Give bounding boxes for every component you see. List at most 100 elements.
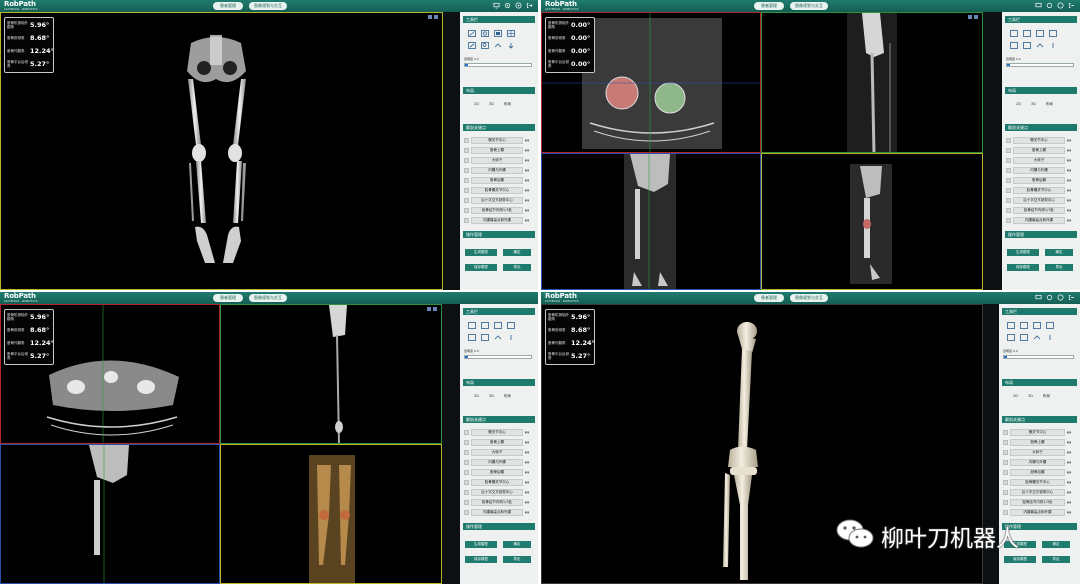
landmark-item[interactable]: 内髁与外髁 ▮▮▮: [1006, 166, 1075, 174]
landmark-checkbox[interactable]: [1006, 147, 1011, 153]
crop-tool-icon[interactable]: [1033, 322, 1041, 329]
pan-tool-icon[interactable]: [468, 42, 476, 49]
landmark-item[interactable]: 后十字交叉韧带中心 ▮▮▮: [464, 196, 533, 204]
patient-management-button[interactable]: 患者管理: [754, 2, 784, 10]
angle-tool-icon[interactable]: [1023, 30, 1031, 37]
landmark-checkbox[interactable]: [1003, 449, 1008, 455]
landmark-item[interactable]: 股骨上髁 ▮▮▮: [464, 438, 533, 446]
landmark-checkbox[interactable]: [464, 509, 469, 515]
save-model-button[interactable]: 保存模型: [1007, 264, 1039, 271]
landmark-item[interactable]: 股骨后髁 ▮▮▮: [1003, 468, 1075, 476]
zoom-tool-icon[interactable]: [481, 334, 489, 341]
confirm-button[interactable]: 确定: [503, 541, 531, 548]
export-button[interactable]: 导出: [503, 556, 531, 563]
coronal-viewport[interactable]: [0, 444, 220, 584]
settings-icon[interactable]: [1046, 294, 1053, 301]
export-button[interactable]: 导出: [503, 264, 531, 271]
monitor-icon[interactable]: [1035, 294, 1042, 301]
landmark-item[interactable]: 股骨后髁 ▮▮▮: [464, 176, 533, 184]
landmark-checkbox[interactable]: [464, 167, 469, 173]
landmark-item[interactable]: 股骨上髁 ▮▮▮: [464, 146, 533, 154]
landmark-item[interactable]: 髋关节中心 ▮▮▮: [464, 428, 533, 436]
angle-tool-icon[interactable]: [481, 30, 489, 37]
save-model-button[interactable]: 保存模型: [1004, 556, 1036, 563]
landmark-item[interactable]: 胫骨髁关节中心 ▮▮▮: [1006, 186, 1075, 194]
landmark-item[interactable]: 内踝最高点和外踝 ▮▮▮: [1006, 216, 1075, 224]
export-button[interactable]: 导出: [1042, 556, 1070, 563]
help-icon[interactable]: [1057, 2, 1064, 9]
landmark-checkbox[interactable]: [1003, 439, 1008, 445]
landmark-checkbox[interactable]: [1006, 187, 1011, 193]
save-model-button[interactable]: 保存模型: [465, 264, 497, 271]
measure-tool-icon[interactable]: [468, 322, 476, 329]
landmark-checkbox[interactable]: [464, 187, 469, 193]
landmark-checkbox[interactable]: [464, 469, 469, 475]
confirm-button[interactable]: 确定: [1045, 249, 1073, 256]
landmark-item[interactable]: 胫骨髁关节中心 ▮▮▮: [464, 186, 533, 194]
landmark-checkbox[interactable]: [1006, 167, 1011, 173]
settings-icon[interactable]: [504, 2, 511, 9]
landmark-checkbox[interactable]: [464, 479, 469, 485]
xray-viewport[interactable]: 股骨机械轴外翻角 5.96° 股骨前倾角 8.68° 股骨外翻角 12.24° 股骨平…: [0, 12, 443, 290]
layout-option-3d[interactable]: 3D: [489, 102, 494, 107]
view-toggle-icon[interactable]: [428, 15, 432, 19]
landmark-checkbox[interactable]: [464, 449, 469, 455]
landmark-checkbox[interactable]: [1003, 479, 1008, 485]
logout-icon[interactable]: [526, 2, 533, 9]
zoom-tool-icon[interactable]: [1020, 334, 1028, 341]
landmark-checkbox[interactable]: [464, 137, 469, 143]
landmark-item[interactable]: 胫骨髁关节中心 ▮▮▮: [464, 478, 533, 486]
landmark-checkbox[interactable]: [464, 177, 469, 183]
zoom-tool-icon[interactable]: [1023, 42, 1031, 49]
landmark-checkbox[interactable]: [1003, 489, 1008, 495]
sagittal-viewport[interactable]: [761, 12, 983, 153]
point-tool-icon[interactable]: [507, 42, 515, 49]
landmark-checkbox[interactable]: [464, 439, 469, 445]
layout-option-grid[interactable]: 布局: [1046, 102, 1053, 107]
pan-tool-icon[interactable]: [468, 334, 476, 341]
generate-model-button[interactable]: 生成模型: [465, 249, 497, 256]
layout-option-grid[interactable]: 布局: [504, 102, 511, 107]
landmark-checkbox[interactable]: [1003, 459, 1008, 465]
landmark-item[interactable]: 内踝最高点和外踝 ▮▮▮: [1003, 508, 1075, 516]
opacity-slider[interactable]: [1003, 355, 1074, 359]
landmark-checkbox[interactable]: [1006, 207, 1011, 213]
landmark-item[interactable]: 髋关节中心 ▮▮▮: [1003, 428, 1075, 436]
landmark-checkbox[interactable]: [1006, 197, 1011, 203]
landmark-checkbox[interactable]: [464, 217, 469, 223]
landmark-item[interactable]: 大转子 ▮▮▮: [464, 448, 533, 456]
landmark-checkbox[interactable]: [1003, 429, 1008, 435]
landmark-checkbox[interactable]: [464, 429, 469, 435]
image-planning-button[interactable]: 图像规划与交互: [249, 294, 287, 302]
point-tool-icon[interactable]: [1046, 334, 1054, 341]
monitor-icon[interactable]: [493, 2, 500, 9]
layout-option-3d[interactable]: 3D: [489, 394, 494, 399]
landmark-checkbox[interactable]: [1006, 157, 1011, 163]
patient-management-button[interactable]: 患者管理: [213, 294, 243, 302]
image-planning-button[interactable]: 图像规划与交互: [790, 2, 828, 10]
grid-tool-icon[interactable]: [1049, 30, 1057, 37]
landmark-item[interactable]: 髋关节中心 ▮▮▮: [464, 136, 533, 144]
axial-viewport[interactable]: 股骨机械轴外翻角 0.00° 股骨前倾角 0.00° 股骨外翻角 0.00° 股骨平台…: [541, 12, 761, 153]
3d-viewport[interactable]: [220, 444, 442, 584]
landmark-item[interactable]: 内髁与外髁 ▮▮▮: [464, 166, 533, 174]
landmark-checkbox[interactable]: [1003, 469, 1008, 475]
angle-tool-icon[interactable]: [1020, 322, 1028, 329]
layout-option-grid[interactable]: 布局: [504, 394, 511, 399]
landmark-checkbox[interactable]: [1003, 509, 1008, 515]
settings-icon[interactable]: [1046, 2, 1053, 9]
generate-model-button[interactable]: 生成模型: [465, 541, 497, 548]
landmark-item[interactable]: 内髁与外髁 ▮▮▮: [1003, 458, 1075, 466]
crop-tool-icon[interactable]: [1036, 30, 1044, 37]
measure-tool-icon[interactable]: [1010, 30, 1018, 37]
landmark-item[interactable]: 胫骨结节内侧1/3处 ▮▮▮: [464, 498, 533, 506]
layout-option-2d[interactable]: 2D: [474, 394, 479, 399]
logout-icon[interactable]: [1068, 294, 1075, 301]
landmark-checkbox[interactable]: [464, 147, 469, 153]
help-icon[interactable]: [1057, 294, 1064, 301]
crop-tool-icon[interactable]: [494, 322, 502, 329]
confirm-button[interactable]: 确定: [1042, 541, 1070, 548]
opacity-slider[interactable]: [464, 63, 532, 67]
help-icon[interactable]: [515, 2, 522, 9]
landmark-checkbox[interactable]: [464, 489, 469, 495]
